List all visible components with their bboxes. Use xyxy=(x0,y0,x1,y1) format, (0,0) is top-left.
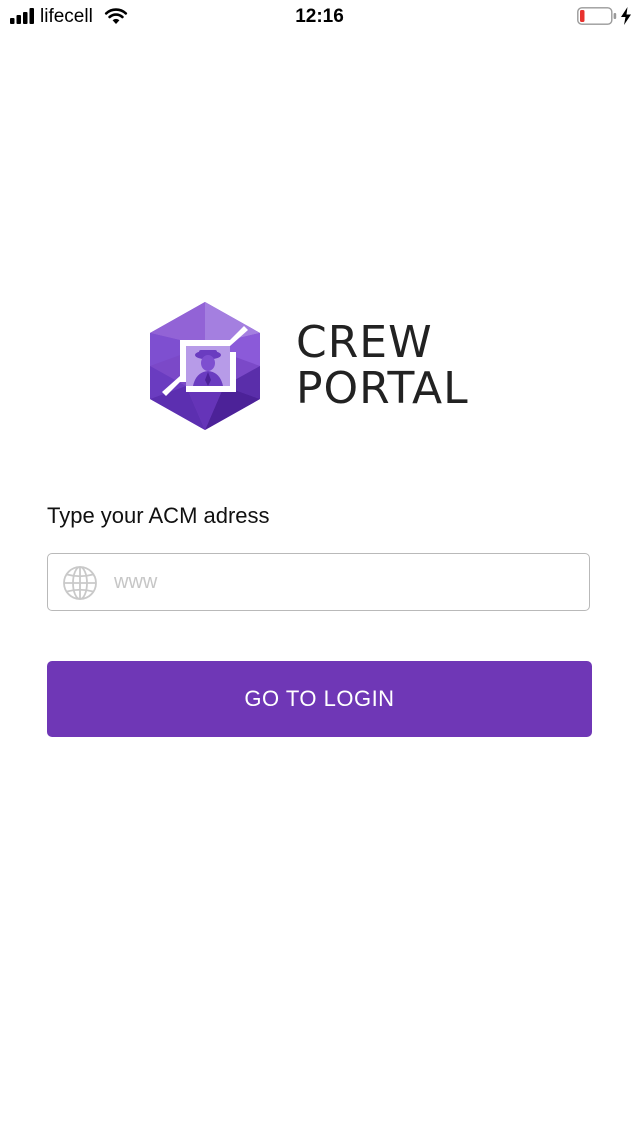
logo-line-crew: CREW xyxy=(296,317,433,368)
acm-address-input[interactable] xyxy=(114,562,574,602)
battery-icon xyxy=(577,7,617,25)
globe-icon xyxy=(63,566,97,600)
crew-portal-logo: CREW PORTAL xyxy=(146,300,492,432)
acm-address-field[interactable] xyxy=(47,553,590,611)
crew-portal-wordmark: CREW PORTAL xyxy=(296,320,469,412)
status-time: 12:16 xyxy=(295,6,344,27)
charging-bolt-icon xyxy=(621,7,631,25)
acm-address-label: Type your ACM adress xyxy=(47,503,270,528)
crew-portal-logo-icon xyxy=(150,302,260,430)
logo-line-portal: PORTAL xyxy=(296,363,469,414)
go-to-login-button[interactable]: GO TO LOGIN xyxy=(47,661,592,737)
status-bar: lifecell 12:16 xyxy=(0,0,639,34)
